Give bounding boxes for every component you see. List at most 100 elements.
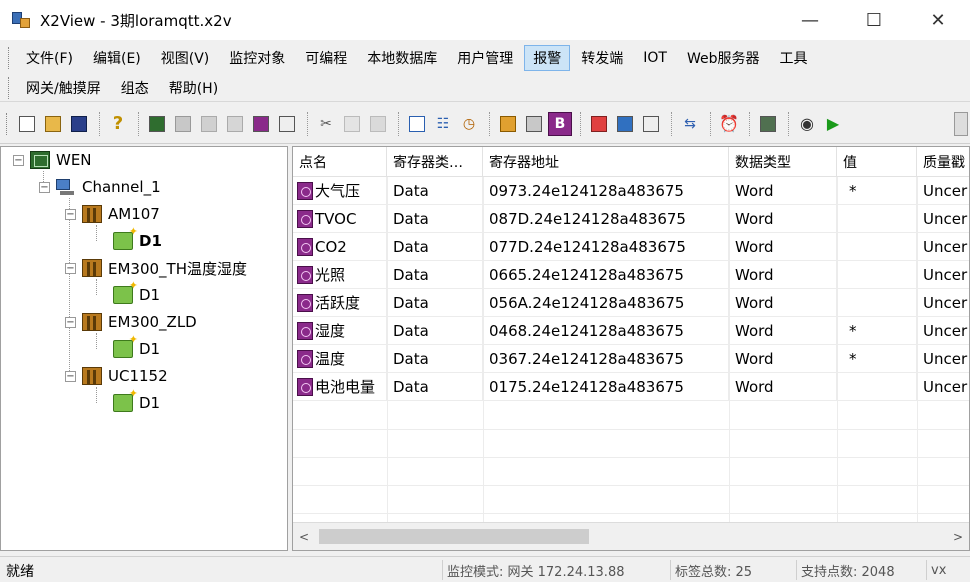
add-station-icon[interactable] (145, 112, 169, 136)
column-header-register-type[interactable]: 寄存器类… (387, 147, 483, 177)
add-group-icon[interactable] (223, 112, 247, 136)
list-view-icon[interactable]: ☷ (431, 112, 455, 136)
menu-row-1: 文件(F) 编辑(E) 视图(V) 监控对象 可编程 本地数据库 用户管理 报警… (8, 44, 819, 72)
column-header-register-address[interactable]: 寄存器地址 (483, 147, 729, 177)
group-folder-icon (113, 225, 138, 250)
horizontal-scrollbar[interactable]: < > (293, 522, 969, 550)
table-row[interactable]: 活跃度 Data 056A.24e124128a483675 Word Uncer (293, 289, 969, 317)
properties-icon[interactable] (275, 112, 299, 136)
tag-icon (297, 181, 313, 200)
monitor-icon[interactable] (496, 112, 520, 136)
column-header-name[interactable]: 点名 (293, 147, 387, 177)
tag-icon (297, 293, 313, 312)
stop-icon[interactable] (954, 112, 968, 136)
menu-web-server[interactable]: Web服务器 (678, 45, 769, 71)
menu-monitor-objects[interactable]: 监控对象 (220, 45, 294, 71)
close-button[interactable]: ✕ (906, 0, 970, 40)
cell-quality-text: Uncer (923, 181, 968, 200)
import-icon[interactable] (522, 112, 546, 136)
menu-alarm[interactable]: 报警 (524, 45, 571, 71)
tree-node-device[interactable]: − UC1152 (65, 365, 168, 387)
cell-quality: Uncer (917, 205, 969, 233)
save-icon[interactable] (67, 112, 91, 136)
bold-b-icon[interactable]: B (548, 111, 572, 136)
table-row[interactable]: 湿度 Data 0468.24e124128a483675 Word * Uncer (293, 317, 969, 345)
cell-name: 活跃度 (293, 289, 387, 317)
menu-edit[interactable]: 编辑(E) (84, 45, 150, 71)
scroll-left-arrow[interactable]: < (293, 523, 315, 550)
cell-quality-text: Uncer (923, 209, 968, 228)
menu-file[interactable]: 文件(F) (17, 45, 82, 71)
open-folder-icon[interactable] (41, 112, 65, 136)
cell-register-type-text: Data (393, 377, 429, 396)
new-file-icon[interactable] (15, 112, 39, 136)
tree-node-device[interactable]: − EM300_TH温度湿度 (65, 257, 247, 279)
add-channel-icon[interactable] (171, 112, 195, 136)
menu-user-management[interactable]: 用户管理 (448, 45, 522, 71)
menu-help[interactable]: 帮助(H) (160, 75, 227, 101)
menu-tools[interactable]: 工具 (771, 45, 817, 71)
menu-forwarder[interactable]: 转发端 (572, 45, 632, 71)
table-row[interactable]: 电池电量 Data 0175.24e124128a483675 Word Uncer (293, 373, 969, 401)
menu-view[interactable]: 视图(V) (152, 45, 219, 71)
cell-value (837, 373, 917, 401)
add-device-icon[interactable] (197, 112, 221, 136)
cell-data-type-text: Word (735, 265, 774, 284)
cell-data-type: Word (729, 233, 837, 261)
minimize-button[interactable]: — (778, 0, 842, 40)
connect-icon[interactable]: ⇆ (678, 112, 702, 136)
tag-table: 点名 寄存器类… 寄存器地址 数据类型 值 质量戳 大气压 Data 0973.24… (292, 146, 970, 551)
table-row[interactable]: TVOC Data 087D.24e124128a483675 Word Uncer (293, 205, 969, 233)
table-row[interactable]: 光照 Data 0665.24e124128a483675 Word Uncer (293, 261, 969, 289)
scroll-right-arrow[interactable]: > (947, 523, 969, 550)
status-support-points: 支持点数: 2048 (796, 560, 924, 580)
collapse-toggle[interactable]: − (65, 316, 76, 328)
paste-icon[interactable] (366, 112, 390, 136)
tree-node-group[interactable]: D1 (113, 225, 162, 252)
table-row[interactable]: 温度 Data 0367.24e124128a483675 Word * Uncer (293, 345, 969, 373)
chart-icon[interactable] (587, 112, 611, 136)
column-header-quality[interactable]: 质量戳 (917, 147, 969, 177)
eye-icon[interactable]: ◉ (795, 112, 819, 136)
collapse-toggle[interactable]: − (65, 262, 76, 274)
column-header-value[interactable]: 值 (837, 147, 917, 177)
cut-icon[interactable]: ✂ (314, 112, 338, 136)
server-icon[interactable] (756, 112, 780, 136)
cell-register-type: Data (387, 177, 483, 205)
menu-gateway-touchscreen[interactable]: 网关/触摸屏 (17, 75, 110, 101)
help-icon[interactable]: ? (106, 112, 130, 136)
cell-quality: Uncer (917, 317, 969, 345)
collapse-toggle[interactable]: − (65, 370, 76, 382)
tree-node-device[interactable]: − AM107 (65, 203, 160, 225)
network-icon[interactable] (613, 112, 637, 136)
cell-data-type-text: Word (735, 237, 774, 256)
collapse-toggle[interactable]: − (39, 181, 50, 193)
export-icon[interactable] (639, 112, 663, 136)
tree-node-channel[interactable]: − Channel_1 (39, 176, 161, 198)
scroll-thumb[interactable] (319, 529, 589, 544)
menu-programmable[interactable]: 可编程 (296, 45, 356, 71)
table-row[interactable]: CO2 Data 077D.24e124128a483675 Word Uncer (293, 233, 969, 261)
maximize-button[interactable]: ☐ (842, 0, 906, 40)
cell-data-type-text: Word (735, 181, 774, 200)
tree-view-icon[interactable] (405, 112, 429, 136)
alarm-clock-icon[interactable]: ⏰ (717, 112, 741, 136)
cell-value-text: * (849, 321, 857, 340)
tree-node-group[interactable]: D1 (113, 333, 160, 360)
add-tag-icon[interactable] (249, 112, 273, 136)
timer-icon[interactable]: ◷ (457, 112, 481, 136)
menu-configuration[interactable]: 组态 (112, 75, 158, 101)
table-row[interactable]: 大气压 Data 0973.24e124128a483675 Word * Uncer (293, 177, 969, 205)
tree-node-group[interactable]: D1 (113, 387, 160, 414)
collapse-toggle[interactable]: − (65, 208, 76, 220)
collapse-toggle[interactable]: − (13, 154, 24, 166)
column-header-data-type[interactable]: 数据类型 (729, 147, 837, 177)
tree-node-device[interactable]: − EM300_ZLD (65, 311, 197, 333)
channel-icon (56, 178, 76, 196)
tree-node-root[interactable]: − WEN (13, 149, 92, 171)
tree-node-group[interactable]: D1 (113, 279, 160, 306)
menu-iot[interactable]: IOT (634, 47, 676, 69)
copy-icon[interactable] (340, 112, 364, 136)
menu-local-database[interactable]: 本地数据库 (358, 45, 446, 71)
run-icon[interactable]: ▶ (821, 112, 845, 136)
